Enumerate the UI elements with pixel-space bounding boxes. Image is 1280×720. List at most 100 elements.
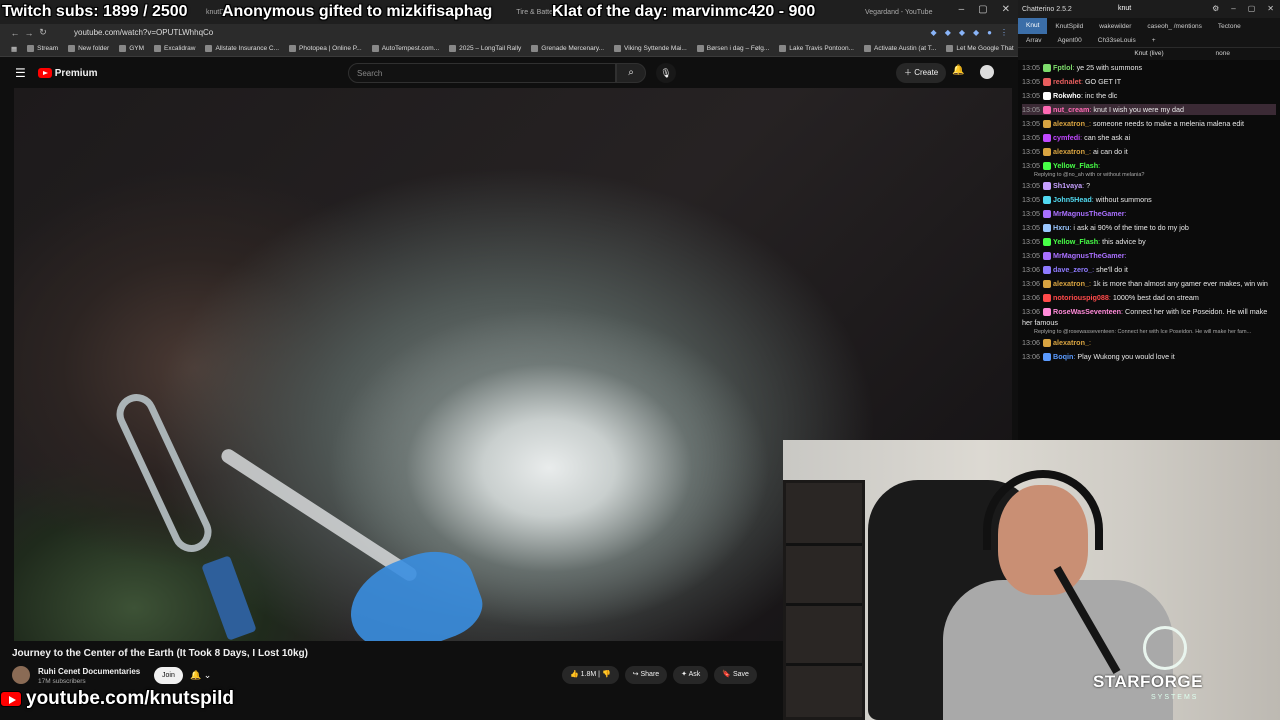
bookmark-label: Let Me Google That <box>956 45 1014 52</box>
save-button[interactable]: 🔖 Save <box>714 666 757 684</box>
message-username[interactable]: John5Head <box>1053 195 1092 204</box>
chat-mode[interactable]: none <box>1216 48 1230 60</box>
extension-icon[interactable]: ◆ <box>973 28 979 37</box>
chat-tab[interactable]: caseoh_ /mentions <box>1139 23 1210 30</box>
bookmark-item[interactable]: Activate Austin (at T... <box>859 45 941 52</box>
message-username[interactable]: Rokwho <box>1053 91 1081 100</box>
share-button[interactable]: ↪ Share <box>624 666 668 684</box>
message-username[interactable]: MrMagnusTheGamer <box>1053 251 1125 260</box>
chat-tab[interactable]: KnutSpild <box>1047 23 1091 30</box>
message-username[interactable]: notoriouspig088 <box>1053 293 1109 302</box>
microphone-icon[interactable]: 🎙 <box>656 63 676 83</box>
bookmark-label: 2025 – LongTail Rally <box>459 45 522 52</box>
chat-message: 13:05 Fptlol: ye 25 with summons <box>1022 63 1143 73</box>
chat-tab[interactable]: Agent00 <box>1050 37 1090 44</box>
chat-message: 13:06 dave_zero_: she'll do it <box>1022 265 1128 275</box>
reload-icon[interactable]: ↻ <box>36 27 50 38</box>
message-username[interactable]: MrMagnusTheGamer <box>1053 209 1125 218</box>
site-icon <box>449 45 457 52</box>
bookmark-item[interactable]: AutoTempest.com... <box>367 45 444 52</box>
notifications-bell-icon[interactable]: 🔔 <box>952 65 964 76</box>
bookmark-item[interactable]: Lake Travis Pontoon... <box>774 45 859 52</box>
bookmark-item[interactable]: Allstate Insurance C... <box>200 45 284 52</box>
chat-tab-knut[interactable]: Knut <box>1018 18 1048 34</box>
search-input[interactable]: Search <box>348 63 616 83</box>
message-timestamp: 13:05 <box>1022 251 1040 260</box>
youtube-icon <box>0 691 22 707</box>
chat-tab[interactable]: Ch33seLouis <box>1090 37 1144 44</box>
bookmark-item[interactable]: Grenade Mercenary... <box>526 45 609 52</box>
message-username[interactable]: Boqin <box>1053 352 1073 361</box>
search-icon[interactable]: ⌕ <box>616 63 646 83</box>
message-username[interactable]: alexatron_ <box>1053 338 1089 347</box>
chat-tab[interactable]: Tectone <box>1210 23 1249 30</box>
channel-avatar[interactable] <box>12 666 30 684</box>
youtube-header: ☰ Premium Search ⌕ 🎙 ＋ Create 🔔 <box>0 57 1018 89</box>
maximize-icon[interactable]: ▢ <box>1248 4 1256 13</box>
chat-tab[interactable]: wakewilder <box>1091 23 1139 30</box>
profile-icon[interactable]: ● <box>987 28 992 37</box>
chat-tab[interactable]: Arrav <box>1018 37 1050 44</box>
message-username[interactable]: Fptlol <box>1053 63 1073 72</box>
chat-message: 13:05 cymfedi: can she ask ai <box>1022 133 1131 143</box>
message-username[interactable]: RoseWasSeventeen <box>1053 307 1121 316</box>
message-username[interactable]: cymfedi <box>1053 133 1080 142</box>
minimize-icon[interactable]: – <box>1231 4 1235 13</box>
message-username[interactable]: nut_cream <box>1053 105 1089 114</box>
settings-icon[interactable]: ⚙ <box>1212 4 1219 13</box>
url-bar[interactable]: youtube.com/watch?v=OPUTLWhhqCo <box>74 28 931 37</box>
message-username[interactable]: Sh1vaya <box>1053 181 1082 190</box>
user-badge-icon <box>1043 252 1051 261</box>
bookmark-item[interactable]: New folder <box>63 45 114 52</box>
video-frame-device <box>201 555 257 641</box>
youtube-logo[interactable]: Premium <box>37 67 98 79</box>
message-text: i ask ai 90% of the time to do my job <box>1073 223 1189 232</box>
message-username[interactable]: Yellow_Flash <box>1053 161 1098 170</box>
message-username[interactable]: alexatron_ <box>1053 119 1089 128</box>
user-badge-icon <box>1043 182 1051 191</box>
brand-label: Premium <box>54 67 98 79</box>
message-username[interactable]: dave_zero_ <box>1053 265 1092 274</box>
bookmark-item[interactable]: GYM <box>114 45 149 52</box>
webcam-person-shirt <box>943 580 1173 720</box>
message-text: Play Wukong you would love it <box>1077 352 1175 361</box>
account-avatar[interactable] <box>980 65 994 79</box>
extension-icon[interactable]: ◆ <box>959 28 965 37</box>
save-label: Save <box>732 671 749 678</box>
reply-context: Replying to @no_ah with or without melan… <box>1034 172 1145 178</box>
menu-dots-icon[interactable]: ⋮ <box>1000 28 1008 37</box>
create-button[interactable]: ＋ Create <box>896 63 947 83</box>
message-timestamp: 13:05 <box>1022 119 1040 128</box>
hamburger-menu-icon[interactable]: ☰ <box>15 66 26 80</box>
bookmark-item[interactable]: Let Me Google That <box>941 45 1018 52</box>
ask-button[interactable]: ✦ Ask <box>673 666 709 684</box>
channel-name[interactable]: Ruhi Cenet Documentaries <box>38 667 140 676</box>
message-timestamp: 13:05 <box>1022 237 1040 246</box>
bookmark-label: Photopea | Online P... <box>299 45 362 52</box>
join-button[interactable]: Join <box>154 667 183 684</box>
message-username[interactable]: rednalet <box>1053 77 1081 86</box>
bookmark-item[interactable]: Børsen i dag – Følg... <box>692 45 775 52</box>
message-username[interactable]: Yellow_Flash <box>1053 237 1098 246</box>
add-tab-icon[interactable]: + <box>1144 37 1164 44</box>
message-timestamp: 13:06 <box>1022 338 1040 347</box>
extension-icon[interactable]: ◆ <box>945 28 951 37</box>
back-icon[interactable]: ← <box>8 28 22 38</box>
bookmark-item[interactable]: 2025 – LongTail Rally <box>444 45 526 52</box>
bookmark-item[interactable]: Photopea | Online P... <box>284 45 367 52</box>
like-button[interactable]: 👍 1.8M | 👎 <box>562 666 619 684</box>
bookmark-item[interactable]: Viking Syttende Mai... <box>609 45 692 52</box>
apps-icon[interactable]: ▦ <box>6 45 22 53</box>
bookmark-item[interactable]: Stream <box>22 45 63 52</box>
bookmark-item[interactable]: Excalidraw <box>149 45 200 52</box>
close-icon[interactable]: ✕ <box>1267 4 1274 13</box>
message-username[interactable]: alexatron_ <box>1053 147 1089 156</box>
message-timestamp: 13:05 <box>1022 181 1040 190</box>
message-username[interactable]: Hxru <box>1053 223 1069 232</box>
message-username[interactable]: alexatron_ <box>1053 279 1089 288</box>
chat-message: 13:05 rednalet: GO GET IT <box>1022 77 1122 87</box>
chat-messages: 13:05 Fptlol: ye 25 with summons 13:05 redn… <box>1018 60 1280 367</box>
forward-icon[interactable]: → <box>22 28 36 38</box>
subscribed-bell-icon[interactable]: 🔔 ⌄ <box>190 667 220 684</box>
extension-icon[interactable]: ◆ <box>931 28 937 37</box>
